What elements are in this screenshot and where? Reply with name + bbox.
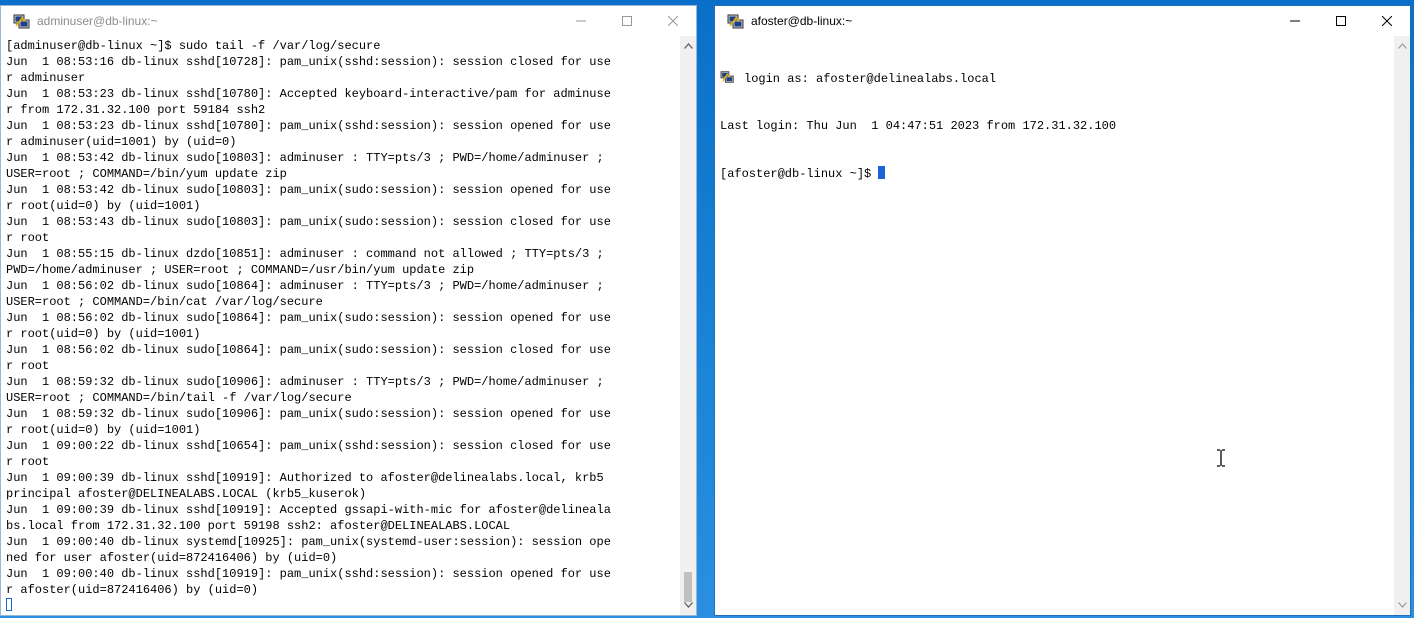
log-line: Jun 1 09:00:22 db-linux sshd[10654]: pam… (6, 439, 611, 453)
log-line: Jun 1 08:55:15 db-linux dzdo[10851]: adm… (6, 247, 604, 261)
log-line: bs.local from 172.31.32.100 port 59198 s… (6, 519, 511, 533)
log-line: Jun 1 08:53:16 db-linux sshd[10728]: pam… (6, 55, 611, 69)
last-login-line: Last login: Thu Jun 1 04:47:51 2023 from… (720, 119, 1117, 133)
close-icon (668, 16, 678, 26)
log-line: Jun 1 08:59:32 db-linux sudo[10906]: adm… (6, 375, 604, 389)
log-line: r adminuser(uid=1001) by (uid=0) (6, 135, 237, 149)
scroll-up-button[interactable] (680, 38, 696, 54)
log-line: principal afoster@DELINEALABS.LOCAL (krb… (6, 487, 367, 501)
log-line: Jun 1 08:53:42 db-linux sudo[10803]: adm… (6, 151, 604, 165)
scroll-down-button[interactable] (1394, 597, 1410, 613)
terminal-window-adminuser[interactable]: adminuser@db-linux:~ [adminuser@db-linux… (0, 5, 697, 616)
window-controls (558, 6, 696, 36)
minimize-icon (1290, 20, 1300, 22)
log-line: USER=root ; COMMAND=/bin/tail -f /var/lo… (6, 391, 352, 405)
log-line: Jun 1 08:53:23 db-linux sshd[10780]: Acc… (6, 87, 611, 101)
log-line: Jun 1 09:00:39 db-linux sshd[10919]: Acc… (6, 503, 611, 517)
title-bar[interactable]: afoster@db-linux:~ (715, 6, 1410, 36)
log-line: r adminuser (6, 71, 86, 85)
chevron-down-icon (1397, 602, 1407, 608)
log-line: PWD=/home/adminuser ; USER=root ; COMMAN… (6, 263, 475, 277)
cursor-line (1, 598, 680, 614)
close-button[interactable] (650, 6, 696, 36)
chevron-up-icon (683, 43, 693, 49)
log-line: r root(uid=0) by (uid=1001) (6, 327, 201, 341)
shell-prompt: [afoster@db-linux ~]$ (720, 167, 879, 181)
log-line: Jun 1 09:00:39 db-linux sshd[10919]: Aut… (6, 471, 604, 485)
maximize-icon (622, 16, 632, 26)
minimize-button[interactable] (558, 6, 604, 36)
desktop: adminuser@db-linux:~ [adminuser@db-linux… (0, 0, 1414, 618)
log-line: Jun 1 08:53:43 db-linux sudo[10803]: pam… (6, 215, 611, 229)
close-button[interactable] (1364, 6, 1410, 36)
title-bar[interactable]: adminuser@db-linux:~ (1, 6, 696, 36)
window-title: afoster@db-linux:~ (751, 14, 853, 28)
text-cursor (6, 598, 12, 611)
login-text: login as: afoster@delinealabs.local (744, 72, 997, 86)
terminal-window-afoster[interactable]: afoster@db-linux:~ login as: afoster@del… (714, 5, 1411, 616)
log-line: r root(uid=0) by (uid=1001) (6, 423, 201, 437)
text-cursor (878, 166, 886, 179)
log-line: r from 172.31.32.100 port 59184 ssh2 (6, 103, 266, 117)
log-line: USER=root ; COMMAND=/bin/cat /var/log/se… (6, 295, 323, 309)
putty-icon (720, 71, 734, 83)
log-line: r root(uid=0) by (uid=1001) (6, 199, 201, 213)
putty-icon[interactable] (727, 12, 745, 30)
maximize-icon (1336, 16, 1346, 26)
window-title: adminuser@db-linux:~ (37, 14, 158, 28)
log-line: [adminuser@db-linux ~]$ sudo tail -f /va… (6, 39, 381, 53)
log-line: r afoster(uid=872416406) by (uid=0) (6, 583, 259, 597)
minimize-icon (576, 20, 586, 22)
log-line: Jun 1 08:59:32 db-linux sudo[10906]: pam… (6, 407, 611, 421)
log-line: USER=root ; COMMAND=/bin/yum update zip (6, 167, 287, 181)
window-controls (1272, 6, 1410, 36)
terminal-output[interactable]: [adminuser@db-linux ~]$ sudo tail -f /va… (1, 36, 680, 615)
scroll-down-button[interactable] (680, 597, 696, 613)
log-line: Jun 1 08:56:02 db-linux sudo[10864]: adm… (6, 279, 604, 293)
log-line: r root (6, 455, 50, 469)
log-line: Jun 1 08:56:02 db-linux sudo[10864]: pam… (6, 343, 611, 357)
close-icon (1382, 16, 1392, 26)
prompt-line[interactable]: [afoster@db-linux ~]$ (720, 166, 1394, 182)
scroll-up-button[interactable] (1394, 38, 1410, 54)
terminal-output[interactable]: login as: afoster@delinealabs.local Last… (715, 36, 1394, 615)
putty-icon[interactable] (13, 12, 31, 30)
log-line: r root (6, 359, 50, 373)
vertical-scrollbar[interactable] (1394, 36, 1410, 615)
chevron-down-icon (683, 602, 693, 608)
ibeam-cursor-icon (1217, 449, 1225, 467)
login-line: login as: afoster@delinealabs.local (720, 70, 1394, 86)
vertical-scrollbar[interactable] (680, 36, 696, 615)
session-output: login as: afoster@delinealabs.local Last… (715, 36, 1394, 214)
log-line: Jun 1 08:56:02 db-linux sudo[10864]: pam… (6, 311, 611, 325)
log-line: Jun 1 09:00:40 db-linux sshd[10919]: pam… (6, 567, 611, 581)
log-line: Jun 1 08:53:23 db-linux sshd[10780]: pam… (6, 119, 611, 133)
minimize-button[interactable] (1272, 6, 1318, 36)
log-line: ned for user afoster(uid=872416406) by (… (6, 551, 338, 565)
log-line: Jun 1 08:53:42 db-linux sudo[10803]: pam… (6, 183, 611, 197)
maximize-button[interactable] (604, 6, 650, 36)
log-line: Jun 1 09:00:40 db-linux systemd[10925]: … (6, 535, 611, 549)
maximize-button[interactable] (1318, 6, 1364, 36)
log-output: [adminuser@db-linux ~]$ sudo tail -f /va… (1, 36, 680, 598)
log-line: r root (6, 231, 50, 245)
chevron-up-icon (1397, 43, 1407, 49)
